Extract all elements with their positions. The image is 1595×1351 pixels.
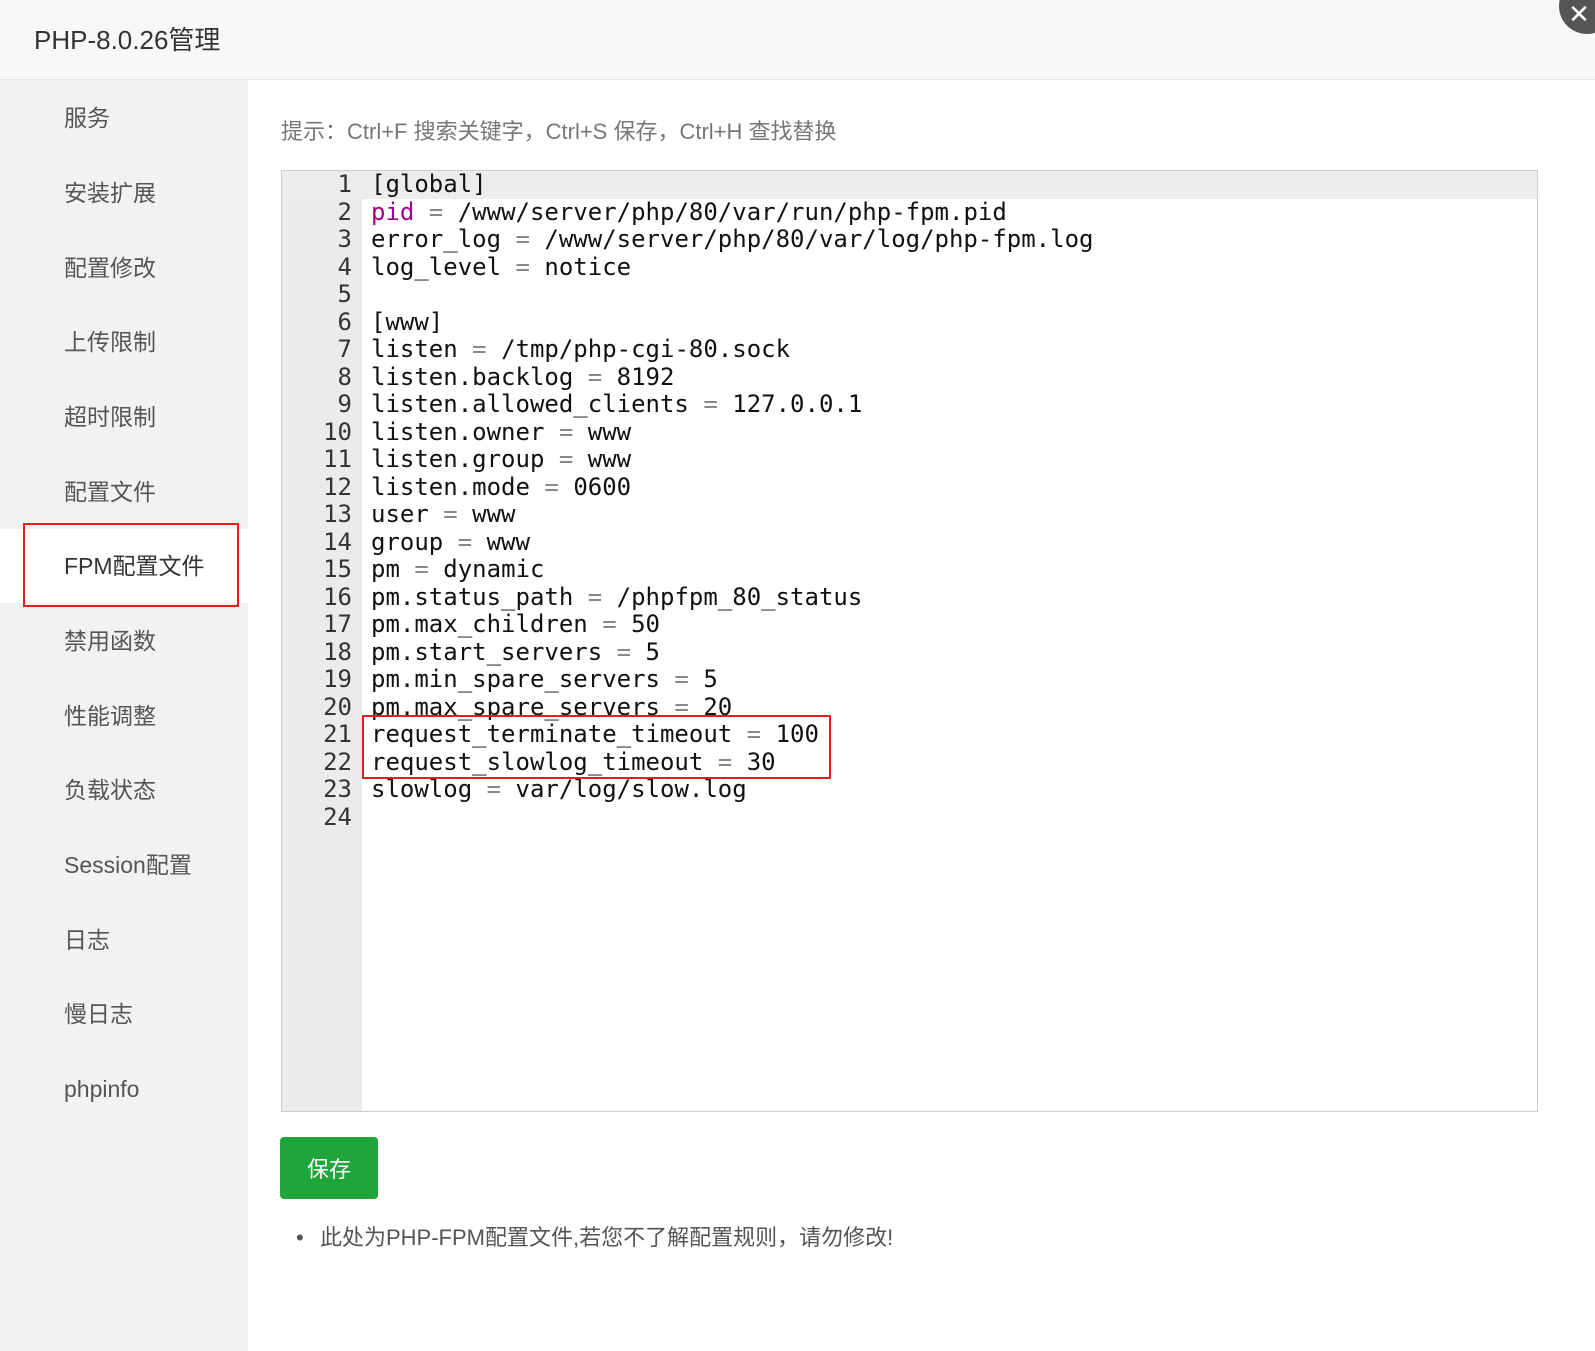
code-line[interactable]: 16 pm.status_path = /phpfpm_80_status	[282, 582, 1537, 612]
line-number: 1	[337, 170, 352, 198]
line-number: 5	[337, 280, 352, 308]
warning-note: • 此处为PHP-FPM配置文件,若您不了解配置规则，请勿修改!	[296, 1220, 893, 1252]
sidebar-item-1[interactable]: 安装扩展	[0, 156, 248, 230]
sidebar-item-0[interactable]: 服务	[0, 81, 248, 155]
line-number: 6	[337, 307, 352, 336]
code-line[interactable]: 2 pid = /www/server/php/80/var/run/php-fp…	[282, 197, 1537, 227]
code-text[interactable]: user = www	[371, 500, 516, 529]
code-text[interactable]: [www]	[371, 308, 443, 337]
sidebar-item-2[interactable]: 配置修改	[0, 231, 248, 305]
sidebar-item-10[interactable]: Session配置	[0, 828, 248, 902]
line-number: 19	[323, 665, 352, 693]
code-text[interactable]: slowlog = var/log/slow.log	[371, 775, 747, 804]
code-line[interactable]: 19 pm.min_spare_servers = 5	[282, 665, 1537, 694]
code-text[interactable]: pm.status_path = /phpfpm_80_status	[371, 583, 862, 612]
sidebar-item-13[interactable]: phpinfo	[0, 1052, 248, 1126]
code-line[interactable]: 20 pm.max_spare_servers = 20	[282, 692, 1537, 722]
code-text[interactable]: listen.allowed_clients = 127.0.0.1	[371, 390, 862, 419]
dialog-title: PHP-8.0.26管理	[34, 25, 221, 55]
code-line[interactable]: 4 log_level = notice	[282, 252, 1537, 282]
code-text[interactable]: group = www	[371, 528, 530, 557]
code-editor[interactable]: 1 [global] 2 pid = /www/server/php/80/var/r…	[281, 170, 1538, 1112]
line-number: 17	[323, 610, 352, 638]
line-number: 9	[337, 390, 352, 418]
line-number: 16	[323, 582, 352, 611]
line-number: 15	[323, 555, 352, 583]
code-line[interactable]: 24	[282, 802, 1537, 832]
code-text[interactable]: pm.max_spare_servers = 20	[371, 693, 732, 722]
line-number: 10	[323, 417, 352, 446]
line-number: 12	[323, 472, 352, 501]
line-number: 11	[323, 445, 352, 473]
code-line[interactable]: 18 pm.start_servers = 5	[282, 637, 1537, 667]
sidebar-item-12[interactable]: 慢日志	[0, 977, 248, 1051]
code-line[interactable]: 9 listen.allowed_clients = 127.0.0.1	[282, 390, 1537, 419]
code-text[interactable]: pm.start_servers = 5	[371, 638, 660, 667]
line-number: 13	[323, 500, 352, 528]
code-text[interactable]: listen.owner = www	[371, 418, 631, 447]
sidebar-item-8[interactable]: 性能调整	[0, 679, 248, 753]
sidebar-item-7[interactable]: 禁用函数	[0, 604, 248, 678]
code-text[interactable]: pm.max_children = 50	[371, 610, 660, 639]
code-text[interactable]: listen.group = www	[371, 445, 631, 474]
code-text[interactable]: listen.mode = 0600	[371, 473, 631, 502]
code-line[interactable]: 7 listen = /tmp/php-cgi-80.sock	[282, 335, 1537, 364]
line-number: 21	[323, 720, 352, 748]
code-line[interactable]: 23 slowlog = var/log/slow.log	[282, 775, 1537, 804]
line-number: 3	[337, 225, 352, 253]
line-number: 8	[337, 362, 352, 391]
code-line[interactable]: 8 listen.backlog = 8192	[282, 362, 1537, 392]
code-lines[interactable]: 1 [global] 2 pid = /www/server/php/80/var/r…	[282, 171, 1537, 831]
sidebar-item-9[interactable]: 负载状态	[0, 753, 248, 827]
line-number: 7	[337, 335, 352, 363]
code-text[interactable]: request_terminate_timeout = 100	[371, 720, 819, 749]
code-line[interactable]: 15 pm = dynamic	[282, 555, 1537, 584]
line-number: 2	[337, 197, 352, 226]
code-line[interactable]: 3 error_log = /www/server/php/80/var/log/…	[282, 225, 1537, 254]
line-number: 18	[323, 637, 352, 666]
dialog-header: PHP-8.0.26管理	[0, 0, 1595, 80]
line-number: 22	[323, 747, 352, 776]
code-line[interactable]: 13 user = www	[282, 500, 1537, 529]
code-text[interactable]: pm = dynamic	[371, 555, 544, 584]
code-text[interactable]: listen = /tmp/php-cgi-80.sock	[371, 335, 790, 364]
line-number: 4	[337, 252, 352, 281]
code-line[interactable]: 17 pm.max_children = 50	[282, 610, 1537, 639]
sidebar-item-5[interactable]: 配置文件	[0, 455, 248, 529]
sidebar-item-6[interactable]: FPM配置文件	[0, 529, 248, 603]
code-text[interactable]: request_slowlog_timeout = 30	[371, 748, 776, 777]
editor-hint: 提示：Ctrl+F 搜索关键字，Ctrl+S 保存，Ctrl+H 查找替换	[281, 119, 837, 144]
code-line[interactable]: 6 [www]	[282, 307, 1537, 337]
code-line[interactable]: 12 listen.mode = 0600	[282, 472, 1537, 502]
sidebar-item-11[interactable]: 日志	[0, 903, 248, 977]
code-text[interactable]: error_log = /www/server/php/80/var/log/p…	[371, 225, 1093, 254]
code-line[interactable]: 22 request_slowlog_timeout = 30	[282, 747, 1537, 777]
sidebar-item-4[interactable]: 超时限制	[0, 380, 248, 454]
code-text[interactable]: [global]	[371, 171, 487, 199]
line-number: 20	[323, 692, 352, 721]
code-line[interactable]: 11 listen.group = www	[282, 445, 1537, 474]
line-number: 23	[323, 775, 352, 803]
code-line[interactable]: 21 request_terminate_timeout = 100	[282, 720, 1537, 749]
sidebar-item-3[interactable]: 上传限制	[0, 305, 248, 379]
code-text[interactable]: log_level = notice	[371, 253, 631, 282]
line-number: 24	[323, 802, 352, 831]
code-line[interactable]: 14 group = www	[282, 527, 1537, 557]
code-line[interactable]: 1 [global]	[282, 171, 1537, 199]
code-line[interactable]: 10 listen.owner = www	[282, 417, 1537, 447]
bullet-icon: •	[296, 1225, 304, 1250]
warning-note-text: 此处为PHP-FPM配置文件,若您不了解配置规则，请勿修改!	[320, 1225, 894, 1250]
close-icon: ✕	[1568, 0, 1590, 29]
code-line[interactable]: 5	[282, 280, 1537, 309]
code-text[interactable]: pm.min_spare_servers = 5	[371, 665, 718, 694]
sidebar: 服务 安装扩展 配置修改 上传限制 超时限制 配置文件 FPM配置文件 禁用函数 性能调整 负载状…	[0, 80, 248, 1351]
code-text[interactable]: pid = /www/server/php/80/var/run/php-fpm…	[371, 198, 1007, 227]
save-button[interactable]: 保存	[280, 1137, 378, 1199]
line-number: 14	[323, 527, 352, 556]
code-text[interactable]: listen.backlog = 8192	[371, 363, 674, 392]
